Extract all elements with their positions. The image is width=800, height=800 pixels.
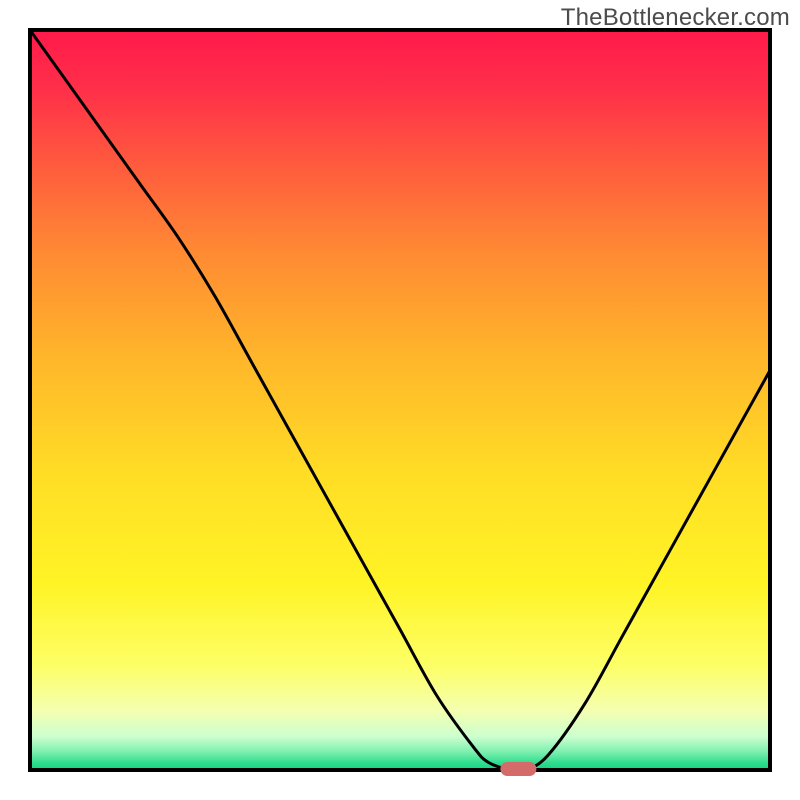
plot-background <box>30 30 770 770</box>
watermark-text: TheBottlenecker.com <box>561 4 790 32</box>
optimum-marker <box>500 762 536 776</box>
bottleneck-chart <box>0 0 800 800</box>
